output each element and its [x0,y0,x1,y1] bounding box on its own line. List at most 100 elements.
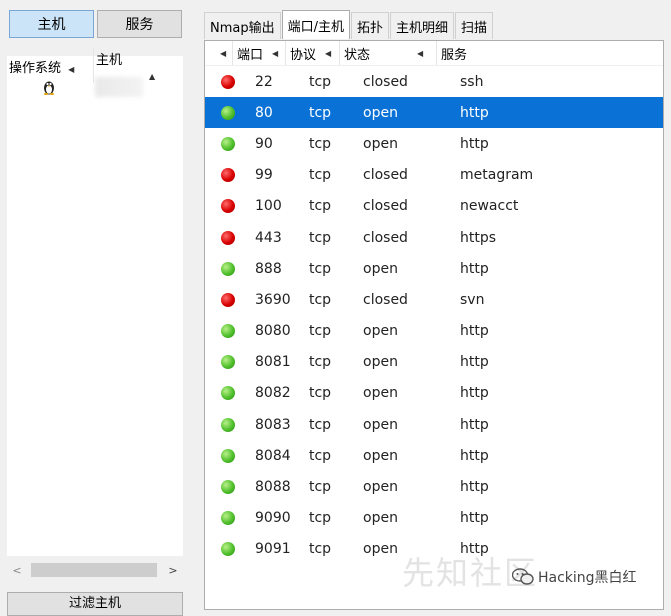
port-cell: 80 [255,104,273,121]
host-address-redacted [95,77,143,97]
open-status-icon [221,136,235,151]
state-cell: open [363,260,398,277]
port-row[interactable]: 443 tcp closed https [205,222,663,253]
service-cell: svn [460,291,485,308]
port-cell: 90 [255,135,273,152]
left-pane: 主机 服务 操作系统 ◀ 主机 ▲ < > 过滤主机 [0,0,192,616]
host-list[interactable]: 操作系统 ◀ 主机 ▲ [7,49,183,556]
protocol-cell: tcp [309,260,332,277]
sort-left-icon: ◀ [220,48,227,58]
open-status-icon [221,261,235,276]
service-cell: http [460,541,489,558]
state-cell: open [363,416,398,433]
service-cell: http [460,479,489,496]
tab-2[interactable]: 拓扑 [351,12,390,39]
hosts-button[interactable]: 主机 [9,10,94,38]
ports-panel: ◀ 端口 ◀ 协议 ◀ 状态 ◀ 服务 22 tcp closed ssh 80 tcp o… [204,40,664,610]
port-row[interactable]: 80 tcp open http [205,97,663,129]
tab-4[interactable]: 扫描 [455,12,494,39]
port-row[interactable]: 22 tcp closed ssh [205,66,663,97]
protocol-cell: tcp [309,354,332,371]
port-cell: 99 [255,167,273,184]
services-button[interactable]: 服务 [97,10,182,38]
state-cell: open [363,104,398,121]
state-cell: open [363,323,398,340]
protocol-cell: tcp [309,447,332,464]
port-cell: 443 [255,229,282,246]
protocol-cell: tcp [309,198,332,215]
sort-up-icon: ▲ [149,72,156,81]
protocol-cell: tcp [309,385,332,402]
port-row[interactable]: 90 tcp open http [205,128,663,159]
service-cell: https [460,229,497,246]
protocol-cell: tcp [309,323,332,340]
open-status-icon [221,480,235,495]
linux-tux-icon [44,81,54,95]
service-cell: http [460,323,489,340]
tab-bar: Nmap输出 端口/主机 拓扑 主机明细 扫描 [204,10,494,40]
port-row[interactable]: 9091 tcp open http [205,534,663,565]
protocol-cell: tcp [309,73,332,90]
status-column-header[interactable]: ◀ [205,41,233,65]
state-cell: closed [363,291,408,308]
closed-status-icon [221,74,235,89]
port-cell: 888 [255,260,282,277]
service-column-header[interactable]: 服务 [437,41,587,65]
port-row[interactable]: 8084 tcp open http [205,440,663,471]
port-row[interactable]: 8083 tcp open http [205,409,663,440]
port-row[interactable]: 888 tcp open http [205,253,663,284]
state-cell: closed [363,73,408,90]
port-cell: 100 [255,198,282,215]
open-status-icon [221,355,235,370]
protocol-cell: tcp [309,135,332,152]
os-column-header[interactable]: 操作系统 ◀ [7,57,93,76]
protocol-cell: tcp [309,416,332,433]
open-status-icon [221,324,235,339]
tab-1[interactable]: 端口/主机 [281,10,350,39]
closed-status-icon [221,199,235,214]
service-cell: http [460,416,489,433]
state-cell: closed [363,229,408,246]
port-row[interactable]: 100 tcp closed newacct [205,191,663,222]
service-cell: newacct [460,198,519,215]
open-status-icon [221,417,235,432]
open-status-icon [221,511,235,526]
service-cell: ssh [460,73,484,90]
port-cell: 8084 [255,447,291,464]
scroll-right-icon[interactable]: > [163,564,183,577]
protocol-column-header[interactable]: 协议 ◀ [286,41,340,65]
protocol-cell: tcp [309,104,332,121]
port-cell: 8081 [255,354,291,371]
port-row[interactable]: 8082 tcp open http [205,378,663,409]
state-cell: open [363,510,398,527]
port-cell: 9090 [255,510,291,527]
tab-3[interactable]: 主机明细 [390,12,455,39]
ports-table-body: 22 tcp closed ssh 80 tcp open http 90 tcp open http… [205,66,663,565]
closed-status-icon [221,168,235,183]
sort-left-icon: ◀ [272,48,279,58]
state-column-header[interactable]: 状态 ◀ [340,41,437,65]
port-column-header[interactable]: 端口 ◀ [233,41,286,65]
service-cell: http [460,104,489,121]
open-status-icon [221,105,235,120]
sort-left-icon: ◀ [417,48,424,58]
service-cell: http [460,260,489,277]
state-cell: open [363,385,398,402]
tab-0[interactable]: Nmap输出 [204,12,281,39]
scrollbar-thumb[interactable] [31,563,157,577]
port-row[interactable]: 9090 tcp open http [205,503,663,534]
service-cell: http [460,354,489,371]
port-cell: 3690 [255,291,291,308]
filter-hosts-button[interactable]: 过滤主机 [7,592,183,616]
port-row[interactable]: 8088 tcp open http [205,471,663,502]
protocol-cell: tcp [309,479,332,496]
port-row[interactable]: 8081 tcp open http [205,347,663,378]
sort-left-icon: ◀ [68,64,75,74]
port-row[interactable]: 3690 tcp closed svn [205,284,663,315]
host-list-scrollbar[interactable]: < > [7,560,183,580]
port-row[interactable]: 99 tcp closed metagram [205,160,663,191]
port-row[interactable]: 8080 tcp open http [205,316,663,347]
port-cell: 8080 [255,323,291,340]
state-cell: open [363,447,398,464]
scroll-left-icon[interactable]: < [7,564,27,577]
